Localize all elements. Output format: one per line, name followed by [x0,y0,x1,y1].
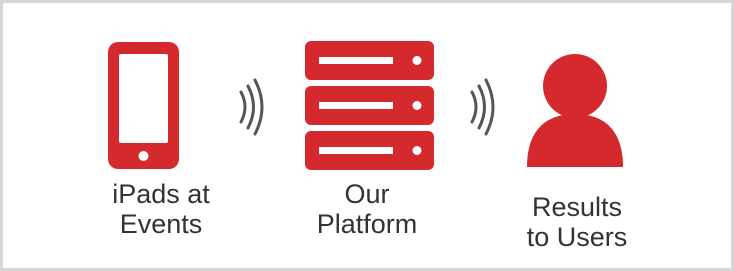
node-label-ipads: iPads at Events [86,179,236,239]
node-label-results: Results to Users [502,192,652,252]
wireless-signal-icon [239,78,264,136]
node-label-platform: Our Platform [292,179,442,239]
wireless-signal-icon [470,78,495,136]
node-label-line: Platform [316,209,418,239]
node-label-line: Results [531,192,623,222]
node-label-line: Our [344,179,390,209]
node-label-line: Events [119,209,203,239]
node-label-line: to Users [526,222,628,252]
node-label-line: iPads at [112,179,210,209]
user-icon [527,54,623,167]
server-stack-icon [305,41,434,170]
tablet-icon [108,42,179,169]
